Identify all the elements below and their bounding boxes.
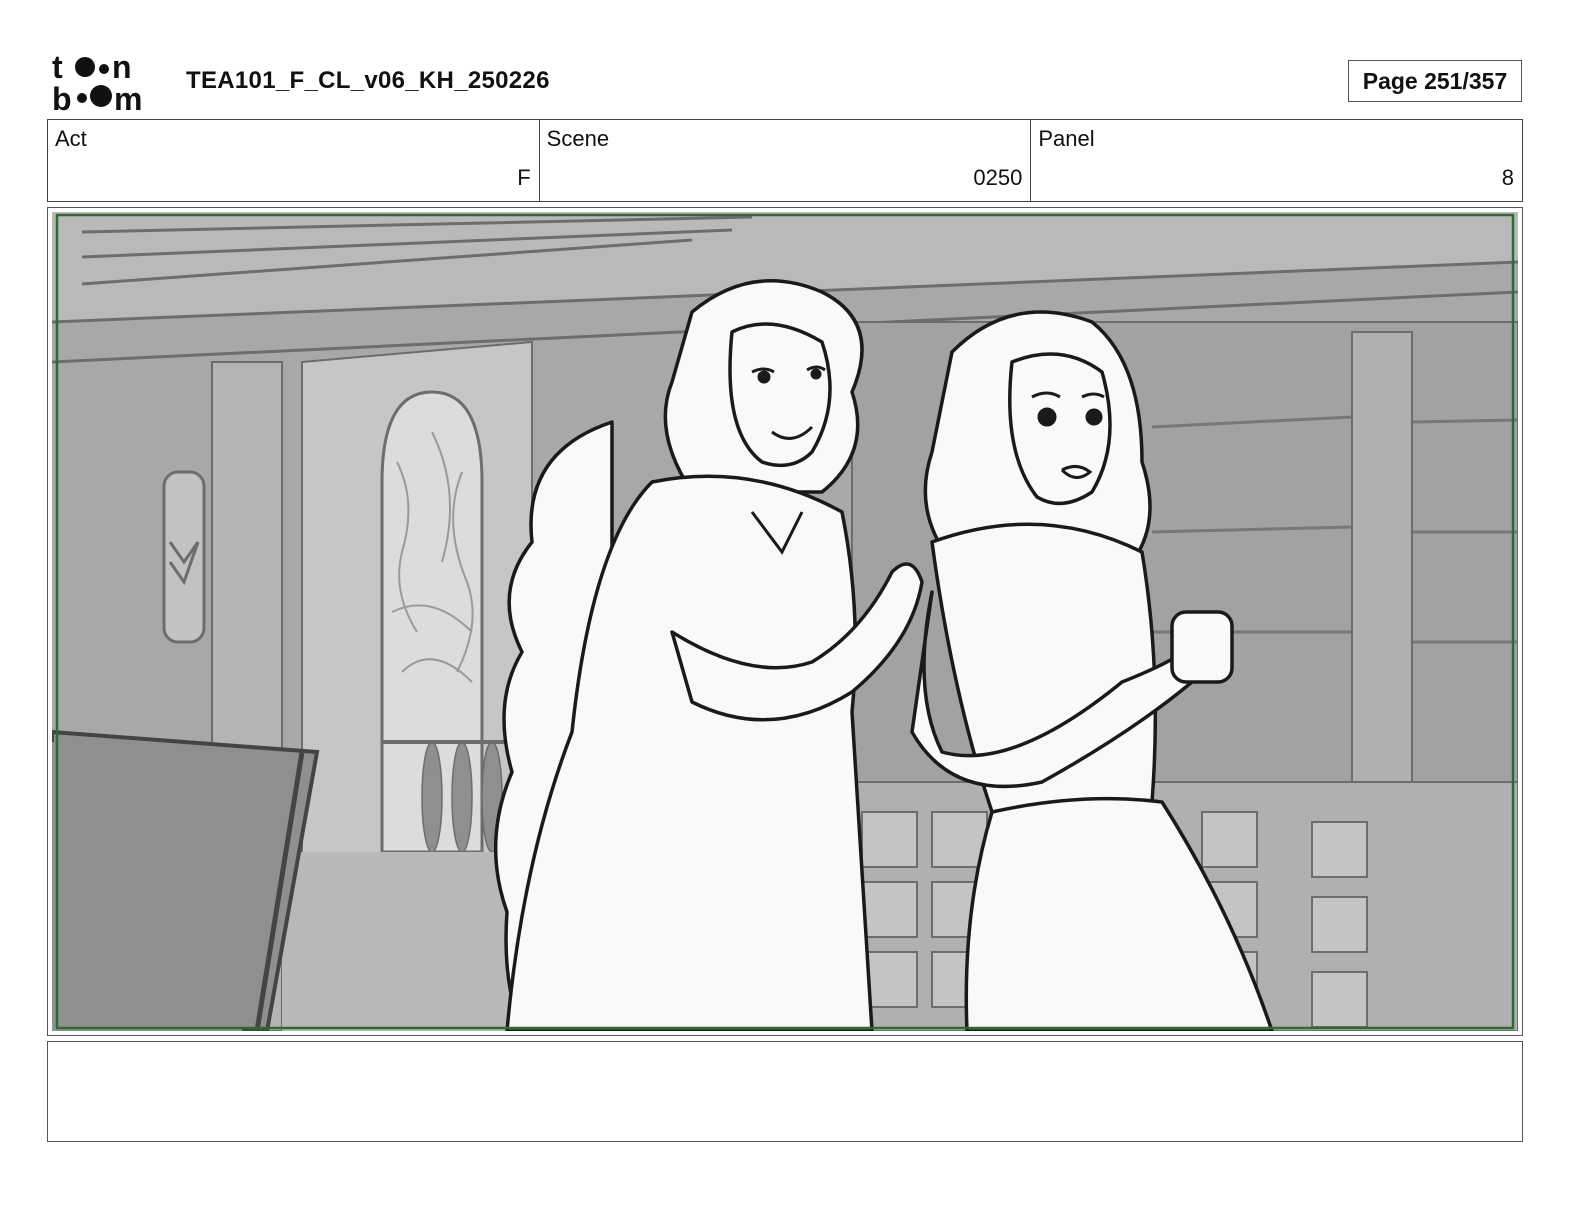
svg-text:t: t — [52, 50, 63, 85]
panel-drawing — [52, 212, 1518, 1031]
storyboard-panel — [47, 207, 1523, 1036]
toon-boom-logo: t n b m — [52, 50, 142, 112]
act-value: F — [517, 165, 531, 190]
scene-value: 0250 — [973, 165, 1023, 190]
panel-value: 8 — [1501, 165, 1515, 190]
act-cell: Act F — [48, 120, 540, 201]
panel-label: Panel — [1038, 126, 1095, 151]
svg-text:b: b — [52, 81, 72, 112]
document-title: TEA101_F_CL_v06_KH_250226 — [186, 67, 550, 94]
panel-notes-box[interactable] — [47, 1041, 1523, 1142]
info-table: Act F Scene 0250 Panel 8 — [47, 119, 1523, 202]
svg-text:n: n — [112, 50, 132, 85]
panel-cell: Panel 8 — [1031, 120, 1522, 201]
scene-cell: Scene 0250 — [540, 120, 1032, 201]
page-indicator: Page 251/357 — [1348, 60, 1522, 102]
svg-text:m: m — [114, 81, 142, 112]
scene-label: Scene — [546, 126, 610, 151]
act-label: Act — [55, 126, 87, 151]
